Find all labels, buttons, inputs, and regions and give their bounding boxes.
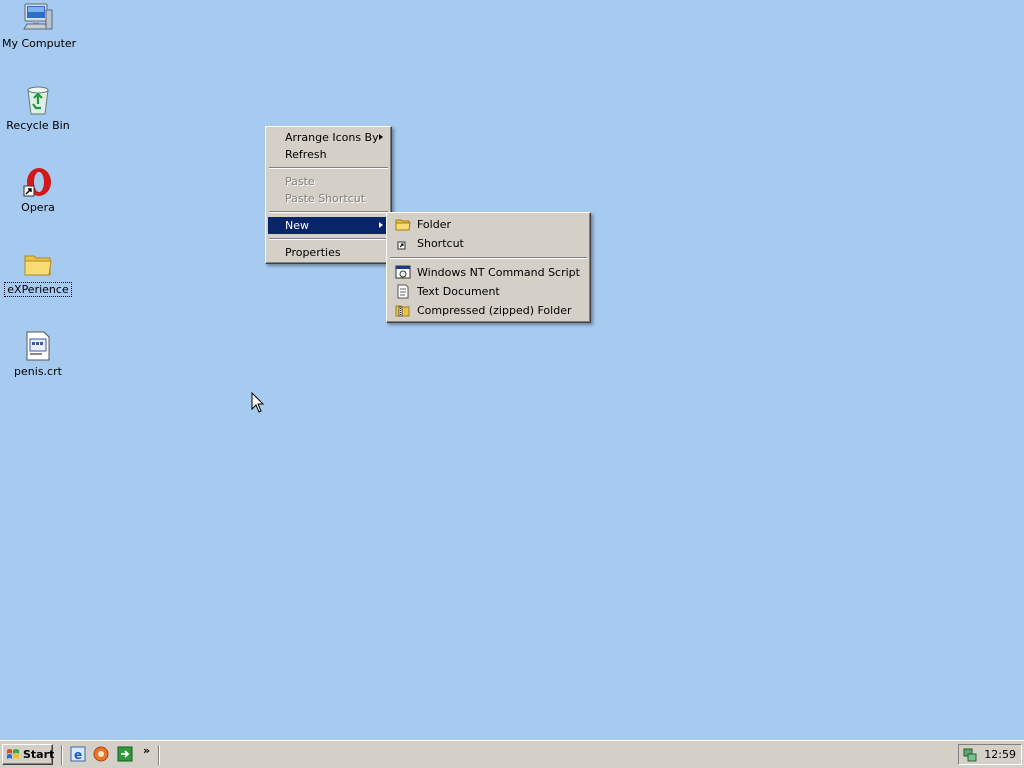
- show-desktop-icon[interactable]: [117, 746, 133, 762]
- desktop-icon-label: eXPerience: [4, 282, 72, 297]
- desktop-icon-experience[interactable]: eXPerience: [0, 248, 76, 297]
- folder-icon: [395, 217, 411, 232]
- clock[interactable]: 12:59: [984, 748, 1016, 761]
- menu-item-label: Refresh: [285, 148, 327, 161]
- text-document-icon: [395, 284, 411, 299]
- menu-separator: [269, 238, 388, 240]
- taskbar: Start e » 12:59: [0, 740, 1024, 768]
- menu-separator: [269, 211, 388, 213]
- menu-item-refresh[interactable]: Refresh: [268, 146, 389, 163]
- submenu-item-windows-nt-command-script[interactable]: Windows NT Command Script: [389, 263, 588, 282]
- desktop-icon-label: penis.crt: [14, 365, 62, 378]
- menu-separator: [269, 167, 388, 169]
- command-script-icon: [395, 265, 411, 280]
- submenu-item-shortcut[interactable]: Shortcut: [389, 234, 588, 253]
- menu-item-label: New: [285, 219, 309, 232]
- desktop-context-menu: Arrange Icons By Refresh Paste Paste Sho…: [265, 126, 392, 264]
- desktop-icon-label: Opera: [21, 201, 55, 214]
- menu-item-label: Paste Shortcut: [285, 192, 366, 205]
- menu-separator: [390, 257, 587, 259]
- menu-item-new[interactable]: New: [268, 217, 389, 234]
- quick-launch-chevron[interactable]: »: [143, 744, 150, 757]
- internet-explorer-icon[interactable]: e: [70, 746, 86, 762]
- media-player-icon[interactable]: [93, 746, 109, 762]
- desktop-icon-opera[interactable]: Opera: [0, 166, 76, 214]
- taskbar-divider: [158, 745, 160, 765]
- menu-item-label: Compressed (zipped) Folder: [417, 304, 572, 317]
- submenu-item-compressed-folder[interactable]: Compressed (zipped) Folder: [389, 301, 588, 320]
- mouse-cursor-icon: [251, 391, 265, 414]
- desktop-icon-penis-crt[interactable]: penis.crt: [0, 330, 76, 378]
- menu-item-label: Text Document: [417, 285, 500, 298]
- menu-item-paste-shortcut: Paste Shortcut: [268, 190, 389, 207]
- recycle-bin-icon: [22, 84, 54, 116]
- menu-item-properties[interactable]: Properties: [268, 244, 389, 261]
- menu-item-arrange-icons-by[interactable]: Arrange Icons By: [268, 129, 389, 146]
- system-tray: 12:59: [958, 744, 1022, 765]
- zipped-folder-icon: [395, 303, 411, 318]
- submenu-arrow-icon: [379, 134, 383, 140]
- submenu-arrow-icon: [379, 222, 383, 228]
- start-button[interactable]: Start: [2, 744, 55, 765]
- submenu-item-folder[interactable]: Folder: [389, 215, 588, 234]
- menu-item-label: Arrange Icons By: [285, 131, 379, 144]
- submenu-item-text-document[interactable]: Text Document: [389, 282, 588, 301]
- menu-item-label: Folder: [417, 218, 451, 231]
- menu-item-label: Windows NT Command Script: [417, 266, 580, 279]
- taskbar-divider: [61, 745, 63, 765]
- svg-text:e: e: [74, 748, 82, 762]
- start-label: Start: [23, 748, 55, 761]
- menu-item-label: Properties: [285, 246, 341, 259]
- menu-item-label: Paste: [285, 175, 315, 188]
- menu-item-paste: Paste: [268, 173, 389, 190]
- desktop-icon-my-computer[interactable]: My Computer: [0, 2, 76, 50]
- new-submenu: Folder Shortcut Windows NT Command Scrip…: [386, 212, 591, 323]
- my-computer-icon: [22, 2, 54, 34]
- network-icon[interactable]: [962, 747, 978, 763]
- menu-item-label: Shortcut: [417, 237, 464, 250]
- desktop-icon-label: Recycle Bin: [6, 119, 70, 132]
- folder-icon: [22, 248, 54, 280]
- desktop-icon-label: My Computer: [2, 37, 77, 50]
- shortcut-icon: [395, 236, 411, 251]
- certificate-file-icon: [22, 330, 54, 362]
- opera-icon: [22, 166, 54, 198]
- desktop-icon-recycle-bin[interactable]: Recycle Bin: [0, 84, 76, 132]
- windows-flag-icon: [6, 748, 20, 761]
